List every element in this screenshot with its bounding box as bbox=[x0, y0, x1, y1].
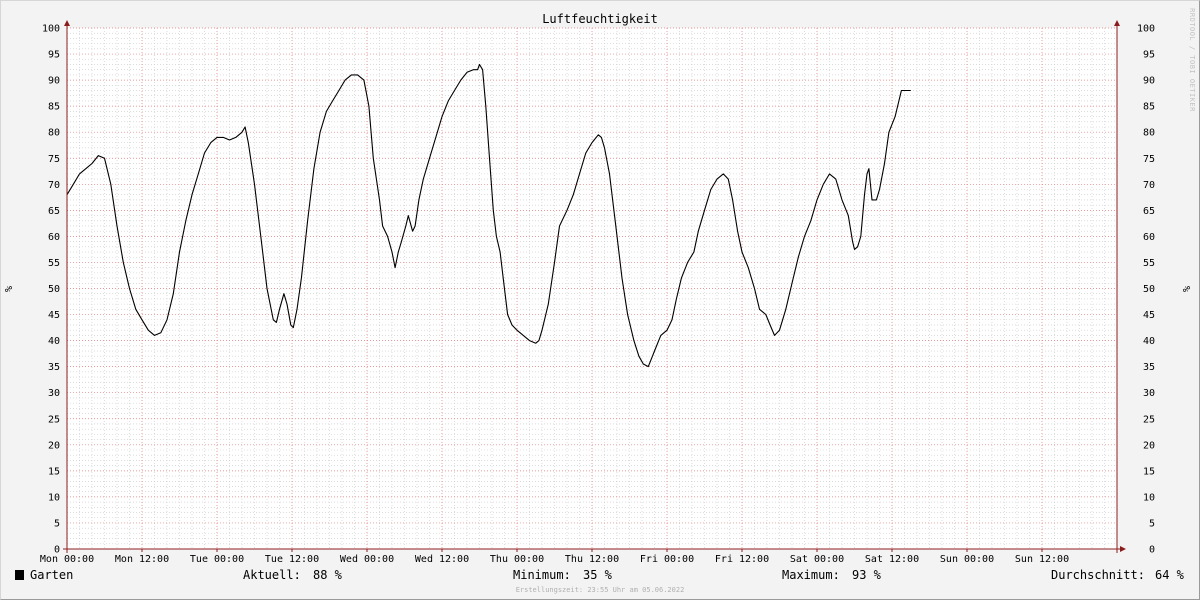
y-tick-label-left: 75 bbox=[48, 154, 60, 165]
y-tick-label-right: 95 bbox=[1143, 50, 1155, 61]
legend-maximum-value: 93 % bbox=[852, 568, 882, 582]
y-tick-label-right: 20 bbox=[1143, 440, 1155, 451]
y-tick-labels-right: 0 5 10 15 20 25 30 35 40 45 50 55 60 65 70 75 80 85 90 95 10… bbox=[1137, 24, 1155, 556]
x-tick-label: Thu 12:00 bbox=[565, 554, 619, 565]
footer-creation-time: Erstellungszeit: 23:55 Uhr am 05.06.2022 bbox=[516, 586, 685, 594]
y-tick-label-right: 35 bbox=[1143, 362, 1155, 373]
y-tick-label-right: 45 bbox=[1143, 310, 1155, 321]
y-axis-label-right: % bbox=[1182, 286, 1193, 292]
x-tick-label: Wed 12:00 bbox=[415, 554, 469, 565]
legend-average-label: Durchschnitt: bbox=[1051, 568, 1145, 582]
x-tick-label: Fri 00:00 bbox=[640, 554, 694, 565]
y-tick-label-left: 20 bbox=[48, 440, 60, 451]
y-tick-label-left: 5 bbox=[54, 518, 60, 529]
chart-title: Luftfeuchtigkeit bbox=[542, 12, 658, 26]
y-tick-label-right: 70 bbox=[1143, 180, 1155, 191]
x-tick-label: Wed 00:00 bbox=[340, 554, 394, 565]
y-tick-label-right: 15 bbox=[1143, 466, 1155, 477]
y-axis-label-left: % bbox=[4, 286, 15, 292]
y-tick-label-left: 35 bbox=[48, 362, 60, 373]
y-tick-label-left: 80 bbox=[48, 128, 60, 139]
x-tick-label: Tue 00:00 bbox=[190, 554, 244, 565]
y-tick-label-left: 45 bbox=[48, 310, 60, 321]
y-tick-label-right: 100 bbox=[1137, 24, 1155, 35]
x-tick-label: Tue 12:00 bbox=[265, 554, 319, 565]
y-tick-label-left: 100 bbox=[42, 24, 60, 35]
y-tick-label-left: 55 bbox=[48, 258, 60, 269]
y-tick-label-left: 95 bbox=[48, 50, 60, 61]
x-tick-label: Mon 00:00 bbox=[40, 554, 94, 565]
y-tick-label-right: 10 bbox=[1143, 492, 1155, 503]
y-tick-label-left: 50 bbox=[48, 284, 60, 295]
legend-maximum-label: Maximum: bbox=[782, 568, 840, 582]
x-axis-arrow bbox=[1120, 546, 1126, 552]
y-tick-label-left: 85 bbox=[48, 102, 60, 113]
graph-frame: Luftfeuchtigkeit % % RRDTOOL / TOBI OETI… bbox=[0, 0, 1200, 600]
y-tick-label-right: 80 bbox=[1143, 128, 1155, 139]
y-tick-label-left: 40 bbox=[48, 336, 60, 347]
y-tick-label-left: 60 bbox=[48, 232, 60, 243]
y-tick-label-right: 90 bbox=[1143, 76, 1155, 87]
x-tick-label: Sat 12:00 bbox=[865, 554, 919, 565]
legend-aktuell-value: 88 % bbox=[313, 568, 343, 582]
x-tick-label: Mon 12:00 bbox=[115, 554, 169, 565]
legend-minimum-value: 35 % bbox=[583, 568, 613, 582]
x-tick-label: Sun 12:00 bbox=[1015, 554, 1069, 565]
legend-average-value: 64 % bbox=[1155, 568, 1185, 582]
y-tick-label-right: 0 bbox=[1149, 545, 1155, 556]
rrdtool-watermark: RRDTOOL / TOBI OETIKER bbox=[1188, 8, 1196, 112]
x-tick-label: Thu 00:00 bbox=[490, 554, 544, 565]
y-axis-left-arrow bbox=[64, 20, 70, 26]
y-tick-label-right: 40 bbox=[1143, 336, 1155, 347]
y-tick-label-left: 15 bbox=[48, 466, 60, 477]
x-tick-label: Fri 12:00 bbox=[715, 554, 769, 565]
y-tick-label-left: 70 bbox=[48, 180, 60, 191]
y-tick-label-right: 55 bbox=[1143, 258, 1155, 269]
y-tick-label-left: 65 bbox=[48, 206, 60, 217]
legend-series-name: Garten bbox=[30, 568, 73, 582]
y-tick-label-right: 5 bbox=[1149, 518, 1155, 529]
legend-aktuell-label: Aktuell: bbox=[243, 568, 301, 582]
y-tick-label-right: 65 bbox=[1143, 206, 1155, 217]
legend-swatch-garten bbox=[15, 570, 24, 580]
y-tick-label-right: 25 bbox=[1143, 414, 1155, 425]
x-tick-label: Sun 00:00 bbox=[940, 554, 994, 565]
y-axis-right-arrow bbox=[1114, 20, 1120, 26]
y-tick-label-right: 85 bbox=[1143, 102, 1155, 113]
x-tick-labels: Mon 00:00 Mon 12:00 Tue 00:00 Tue 12:00 Wed … bbox=[40, 554, 1069, 565]
y-tick-label-left: 25 bbox=[48, 414, 60, 425]
y-tick-label-left: 90 bbox=[48, 76, 60, 87]
y-tick-label-right: 50 bbox=[1143, 284, 1155, 295]
y-tick-label-right: 30 bbox=[1143, 388, 1155, 399]
y-tick-labels-left: 0510152025303540455055606570758085909510… bbox=[42, 24, 60, 556]
y-tick-label-right: 75 bbox=[1143, 154, 1155, 165]
legend-minimum-label: Minimum: bbox=[513, 568, 571, 582]
y-tick-label-left: 10 bbox=[48, 492, 60, 503]
y-tick-label-left: 30 bbox=[48, 388, 60, 399]
y-tick-label-right: 60 bbox=[1143, 232, 1155, 243]
humidity-chart: Luftfeuchtigkeit % % RRDTOOL / TOBI OETI… bbox=[4, 8, 1196, 594]
x-tick-label: Sat 00:00 bbox=[790, 554, 844, 565]
